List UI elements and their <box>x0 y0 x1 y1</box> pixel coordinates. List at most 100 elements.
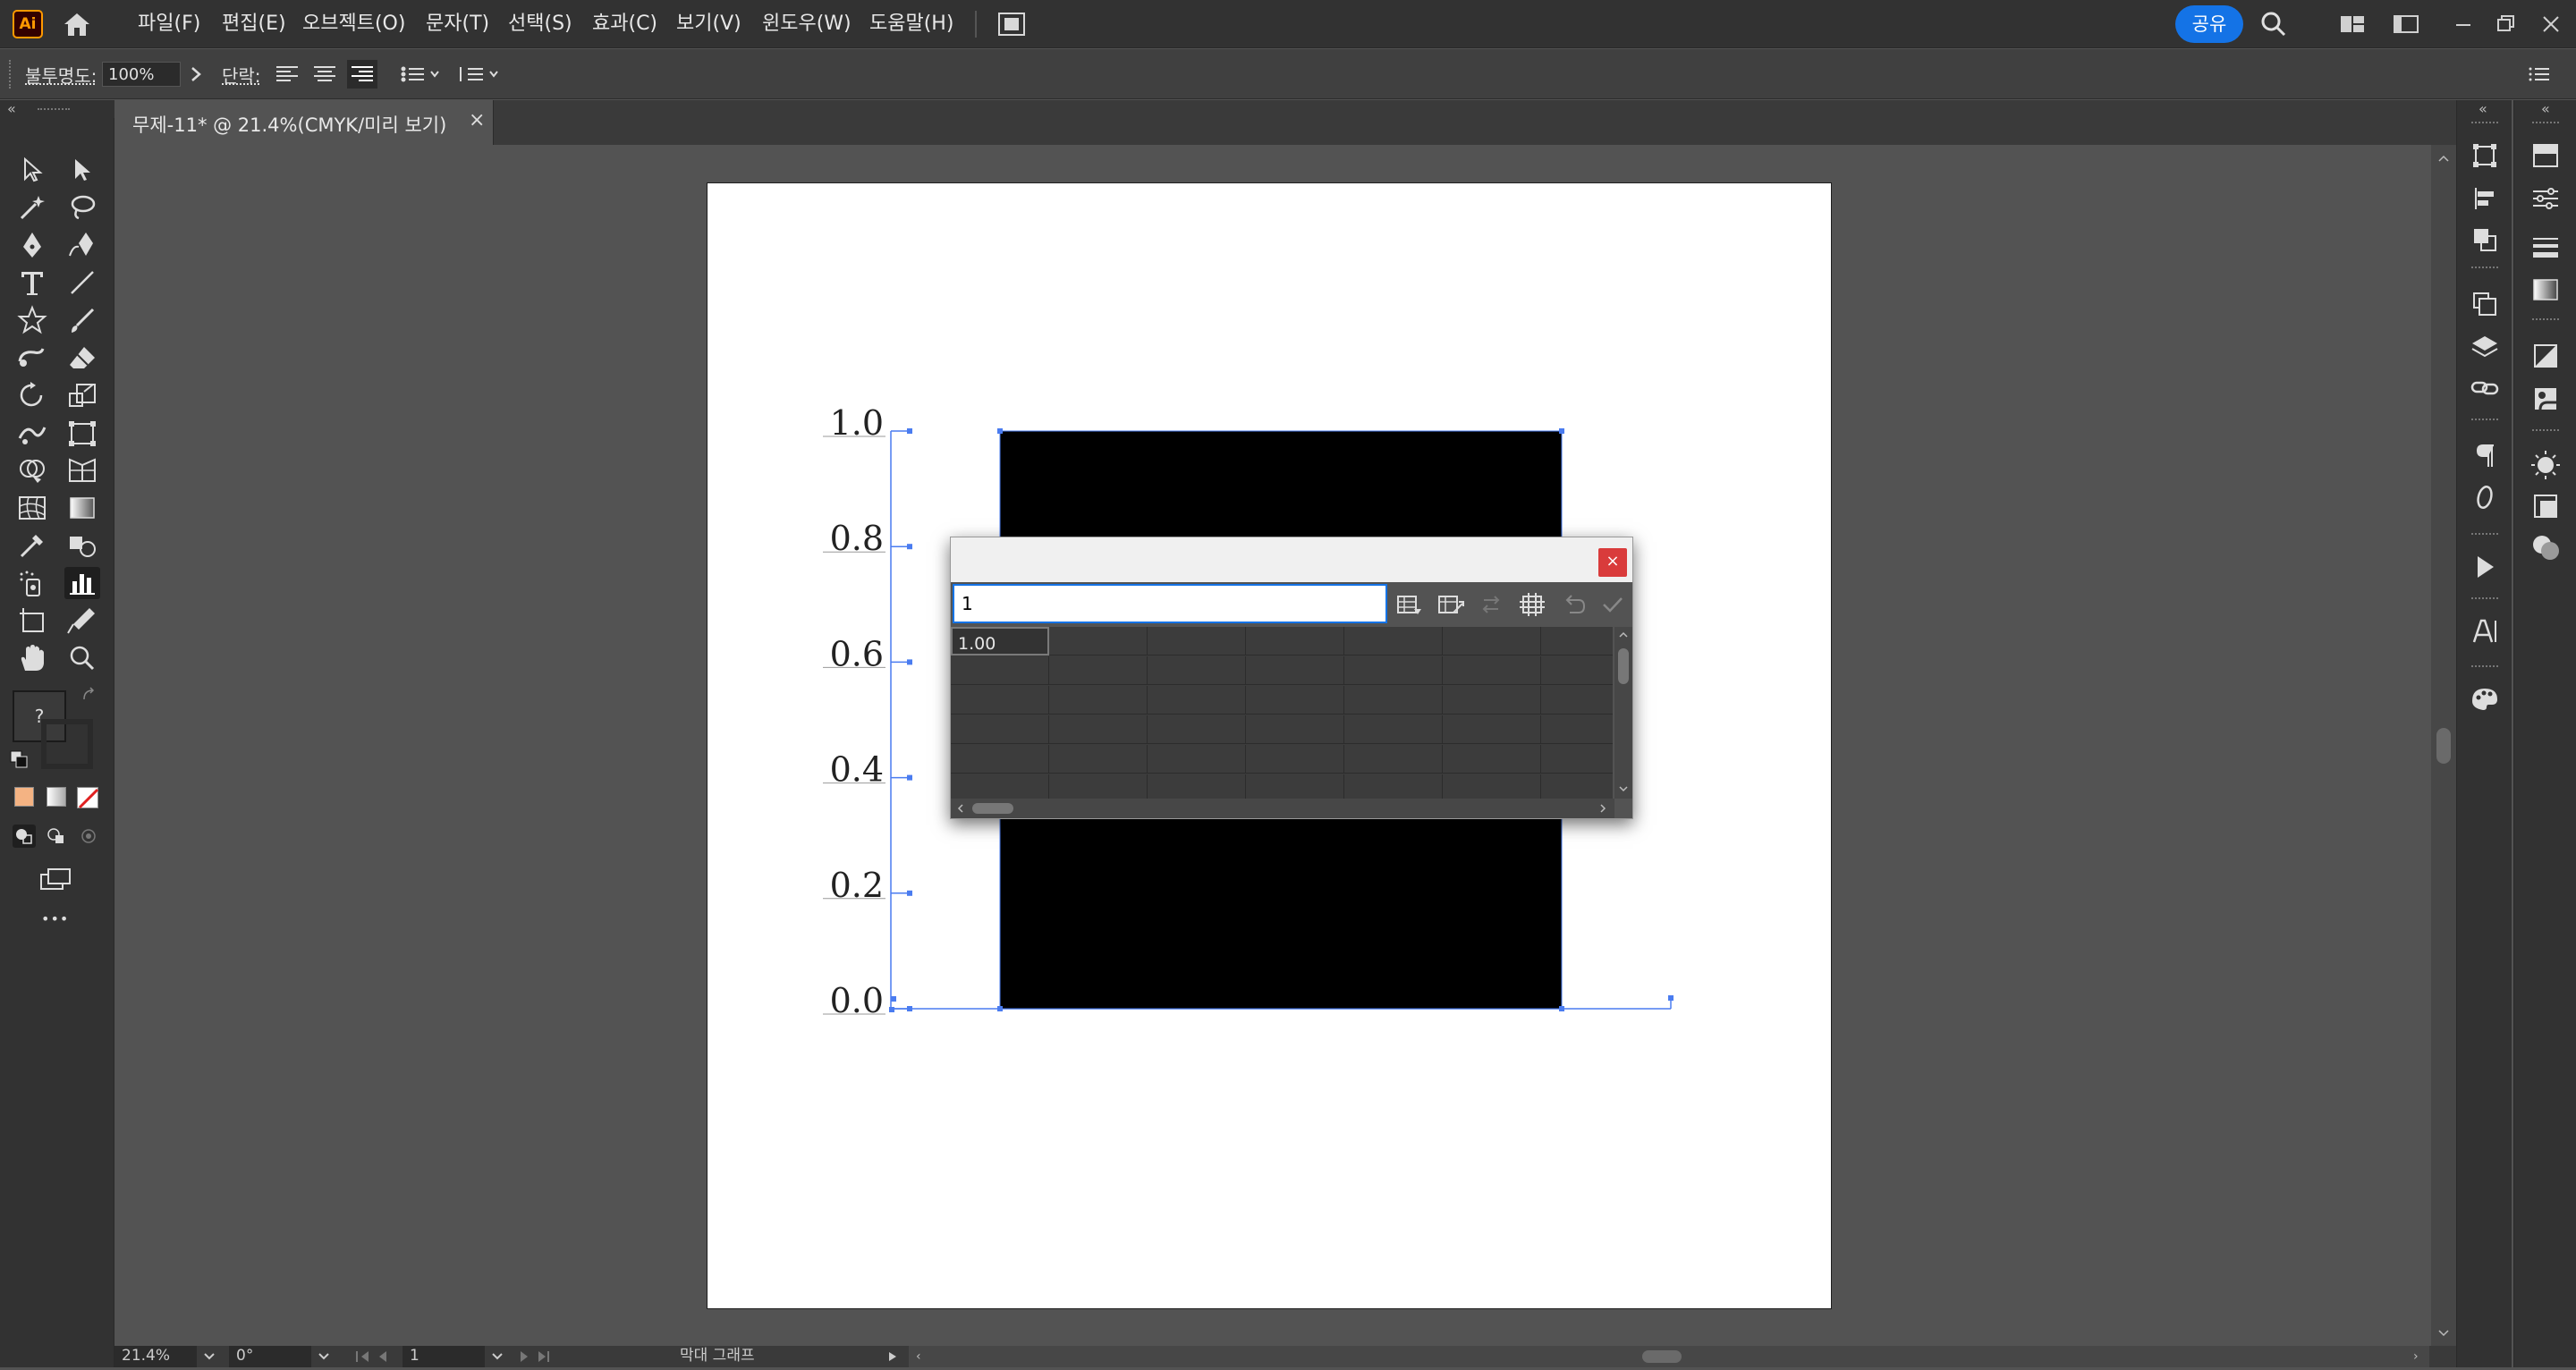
grid-cell[interactable] <box>1443 745 1541 774</box>
close-window-icon[interactable] <box>2535 9 2567 39</box>
properties-panel-icon[interactable] <box>2528 138 2563 173</box>
stroke-panel-icon[interactable] <box>2528 229 2563 265</box>
grid-hscroll-thumb[interactable] <box>972 803 1013 814</box>
opacity-expand-icon[interactable] <box>184 62 208 87</box>
zoom-tool-icon[interactable] <box>64 642 100 674</box>
transparency-panel-icon[interactable] <box>2528 338 2563 374</box>
grid-cell[interactable] <box>1541 627 1613 655</box>
menu-type[interactable]: 문자(T) <box>420 9 495 39</box>
artboard-number[interactable]: 1 <box>402 1346 485 1367</box>
scroll-down-icon[interactable] <box>1617 782 1630 795</box>
scale-tool-icon[interactable] <box>64 379 100 411</box>
transform-panel-icon[interactable] <box>2467 138 2503 173</box>
color-mode-icon[interactable] <box>14 787 34 807</box>
search-icon[interactable] <box>2258 9 2290 39</box>
menu-object[interactable]: 오브젝트(O) <box>297 9 411 39</box>
grid-cell[interactable] <box>1344 774 1443 799</box>
links-panel-icon[interactable] <box>2467 370 2503 406</box>
type-tool-icon[interactable] <box>14 266 50 299</box>
minimize-icon[interactable] <box>2447 9 2479 39</box>
pen-tool-icon[interactable] <box>14 229 50 261</box>
canvas-hscroll-thumb[interactable] <box>1642 1350 1682 1363</box>
grid-vertical-scrollbar[interactable] <box>1614 627 1632 799</box>
blend-tool-icon[interactable] <box>64 529 100 562</box>
canvas-scroll-up-icon[interactable] <box>2436 152 2451 165</box>
grid-cell[interactable] <box>1443 656 1541 685</box>
workspace-switcher-icon[interactable] <box>2336 9 2368 39</box>
star-tool-icon[interactable] <box>14 304 50 336</box>
scroll-right-icon[interactable] <box>1597 802 1609 815</box>
curvature-tool-icon[interactable] <box>64 229 100 261</box>
panel-grip[interactable] <box>2471 266 2498 270</box>
cell-value-input[interactable] <box>953 584 1387 623</box>
grid-cell[interactable] <box>1049 656 1148 685</box>
grid-cell[interactable] <box>1049 745 1148 774</box>
artboard-tool-icon[interactable] <box>14 605 50 637</box>
control-bar-grip[interactable] <box>9 60 14 89</box>
panel-grip[interactable] <box>2471 419 2498 422</box>
zoom-dropdown-icon[interactable] <box>200 1349 218 1364</box>
align-right-icon[interactable] <box>347 60 377 89</box>
dialog-title-bar[interactable]: × <box>951 537 1632 582</box>
arrange-documents-icon[interactable] <box>996 11 1027 38</box>
menu-window[interactable]: 윈도우(W) <box>757 9 857 39</box>
grid-cell[interactable] <box>1344 627 1443 655</box>
grid-cell[interactable] <box>1541 774 1613 799</box>
grid-cell[interactable] <box>1344 745 1443 774</box>
draw-behind-icon[interactable] <box>45 825 68 848</box>
document-tab[interactable]: 무제-11* @ 21.4%(CMYK/미리 보기) × <box>114 100 494 145</box>
hscroll-right-icon[interactable]: › <box>2413 1349 2419 1364</box>
close-dialog-button[interactable]: × <box>1598 548 1627 577</box>
cell-style-icon[interactable] <box>1516 589 1548 620</box>
perspective-grid-tool-icon[interactable] <box>64 454 100 486</box>
zoom-level[interactable]: 21.4% <box>114 1346 197 1367</box>
grid-cell[interactable] <box>951 715 1049 744</box>
collapse-dock-icon[interactable]: « <box>2479 100 2487 117</box>
grid-cell[interactable] <box>1443 686 1541 715</box>
warp-tool-icon[interactable] <box>14 417 50 449</box>
character-styles-panel-icon[interactable] <box>2467 613 2503 649</box>
grid-cell[interactable] <box>1246 656 1344 685</box>
grid-cell[interactable] <box>1541 686 1613 715</box>
artboards-panel-icon[interactable] <box>2467 286 2503 322</box>
layers-panel-icon[interactable] <box>2467 329 2503 365</box>
switch-xy-icon[interactable] <box>1475 589 1507 620</box>
grid-cell[interactable] <box>1443 715 1541 744</box>
canvas-scroll-down-icon[interactable] <box>2436 1327 2451 1340</box>
panel-grip[interactable] <box>2471 533 2498 537</box>
grid-cell[interactable] <box>1049 627 1148 655</box>
panel-grip[interactable] <box>2471 122 2498 125</box>
share-button[interactable]: 공유 <box>2175 5 2243 43</box>
panel-layout-icon[interactable] <box>2390 9 2422 39</box>
grid-cell[interactable] <box>1049 686 1148 715</box>
align-center-icon[interactable] <box>309 60 340 89</box>
rotation-dropdown-icon[interactable] <box>315 1349 333 1364</box>
home-icon[interactable] <box>59 9 95 39</box>
grid-cell[interactable] <box>1541 715 1613 744</box>
grid-cell[interactable] <box>1148 686 1246 715</box>
default-fill-stroke-icon[interactable] <box>9 749 29 769</box>
lasso-tool-icon[interactable] <box>64 191 100 224</box>
eyedropper-tool-icon[interactable] <box>14 529 50 562</box>
numbered-list-icon[interactable] <box>456 60 504 89</box>
grid-cell[interactable] <box>1541 745 1613 774</box>
menu-file[interactable]: 파일(F) <box>132 9 206 39</box>
grid-cell[interactable] <box>951 656 1049 685</box>
gradient-panel-icon[interactable] <box>2528 272 2563 308</box>
grid-cell[interactable] <box>1246 715 1344 744</box>
grid-cell[interactable] <box>951 774 1049 799</box>
artboard-dropdown-icon[interactable] <box>488 1349 506 1364</box>
bullet-list-icon[interactable] <box>397 60 445 89</box>
rotate-tool-icon[interactable] <box>14 379 50 411</box>
grid-cell[interactable] <box>951 745 1049 774</box>
canvas-vscroll-thumb[interactable] <box>2436 728 2451 764</box>
image-trace-panel-icon[interactable] <box>2528 381 2563 417</box>
actions-panel-icon[interactable] <box>2467 549 2503 585</box>
selection-tool-icon[interactable] <box>14 154 50 186</box>
paragraph-label[interactable]: 단락: <box>222 62 261 88</box>
menu-help[interactable]: 도움말(H) <box>864 9 959 39</box>
grid-cell[interactable] <box>1344 656 1443 685</box>
grid-cell[interactable] <box>1148 745 1246 774</box>
shape-builder-tool-icon[interactable] <box>14 454 50 486</box>
rotation-value[interactable]: 0° <box>229 1346 311 1367</box>
